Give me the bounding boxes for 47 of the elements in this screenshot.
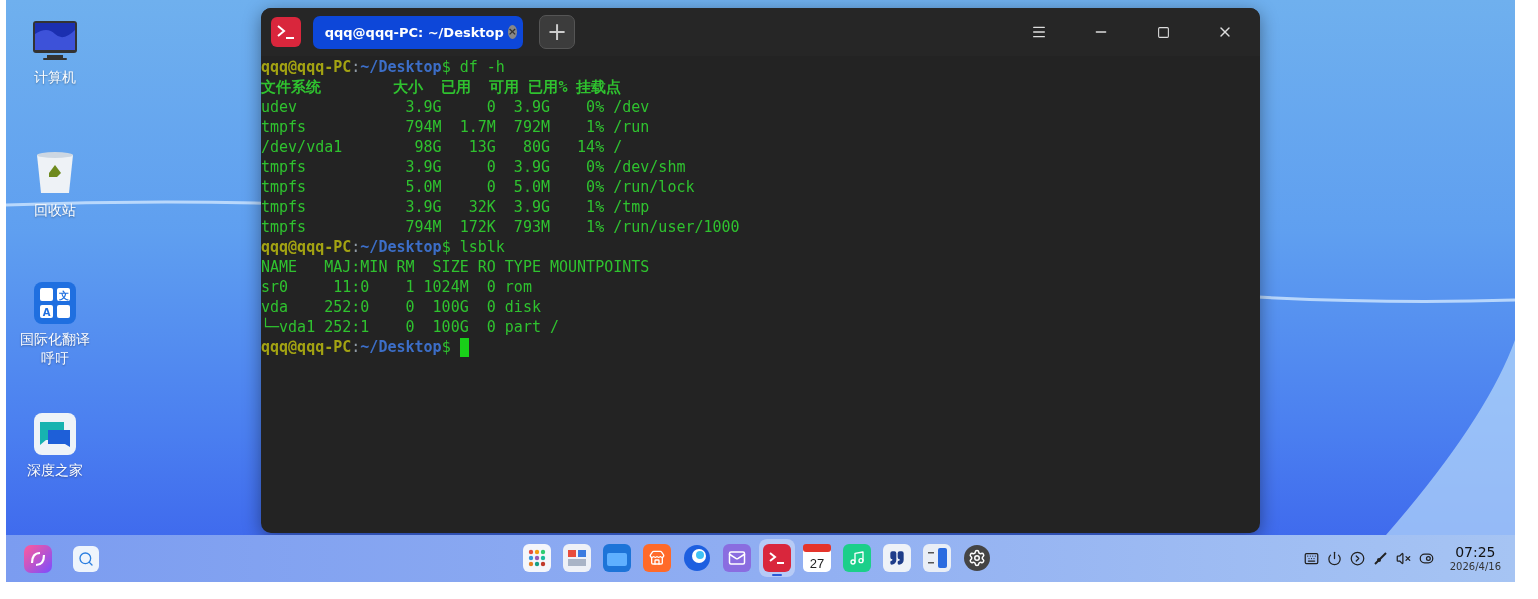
settings-icon <box>963 544 991 572</box>
browser-icon <box>683 544 711 572</box>
app-grid-icon <box>523 544 551 572</box>
output-line: └─vda1 252:1 0 100G 0 part / <box>261 317 560 337</box>
chevron-circle-icon[interactable] <box>1349 551 1365 566</box>
clock-date[interactable]: 2026/4/16 <box>1449 560 1501 573</box>
dock-item[interactable] <box>759 539 795 577</box>
keyboard-icon[interactable] <box>1303 551 1319 566</box>
prompt-line: qqq@qqq-PC:~/Desktop$ <box>261 337 452 357</box>
close-tab-button[interactable]: × <box>507 25 517 39</box>
notes-icon <box>883 544 911 572</box>
output-line: sr0 11:0 1 1024M 0 rom <box>261 277 533 297</box>
chat-bubbles-icon <box>34 413 76 455</box>
output-line: 文件系统 大小 已用 可用 已用% 挂载点 <box>261 77 623 97</box>
terminal-tab[interactable]: qqq@qqq-PC: ~/Desktop × <box>313 15 523 49</box>
recycle-bin-icon <box>35 151 75 195</box>
terminal-icon <box>271 17 301 47</box>
prompt-line: qqq@qqq-PC:~/Desktop$ lsblk <box>261 237 505 257</box>
output-line: tmpfs 3.9G 0 3.9G 0% /dev/shm <box>261 157 687 177</box>
monitor-icon <box>32 20 78 62</box>
desktop-icon-label[interactable]: 深度之家 <box>15 461 95 480</box>
translate-icon: 文 A <box>34 282 76 324</box>
music-note-icon <box>843 544 871 572</box>
maximize-icon[interactable] <box>1156 25 1170 39</box>
power-icon[interactable] <box>1326 551 1342 566</box>
clock-time[interactable]: 07:25 <box>1455 544 1496 560</box>
volume-muted-icon[interactable] <box>1395 551 1411 566</box>
calculator-icon <box>923 544 951 572</box>
toggle-icon[interactable] <box>1418 551 1434 566</box>
output-line: NAME MAJ:MIN RM SIZE RO TYPE MOUNTPOINTS <box>261 257 651 277</box>
shopping-bag-icon <box>643 544 671 572</box>
folder-icon <box>603 544 631 572</box>
output-line: vda 252:0 0 100G 0 disk <box>261 297 542 317</box>
mail-icon <box>723 544 751 572</box>
search-icon[interactable] <box>73 545 99 572</box>
output-line: /dev/vda1 98G 13G 80G 14% / <box>261 137 624 157</box>
output-line: tmpfs 3.9G 32K 3.9G 1% /tmp <box>261 197 651 217</box>
output-line: tmpfs 794M 172K 793M 1% /run/user/1000 <box>261 217 741 237</box>
pen-icon[interactable] <box>1372 551 1388 566</box>
output-line: tmpfs 5.0M 0 5.0M 0% /run/lock <box>261 177 696 197</box>
menu-icon[interactable] <box>1031 24 1047 40</box>
terminal-icon <box>763 544 791 572</box>
new-tab-button[interactable]: + <box>539 15 575 49</box>
output-line: tmpfs 794M 1.7M 792M 1% /run <box>261 117 651 137</box>
widgets-icon <box>563 544 591 572</box>
output-line: udev 3.9G 0 3.9G 0% /dev <box>261 97 651 117</box>
prompt-line: qqq@qqq-PC:~/Desktop$ df -h <box>261 57 505 77</box>
